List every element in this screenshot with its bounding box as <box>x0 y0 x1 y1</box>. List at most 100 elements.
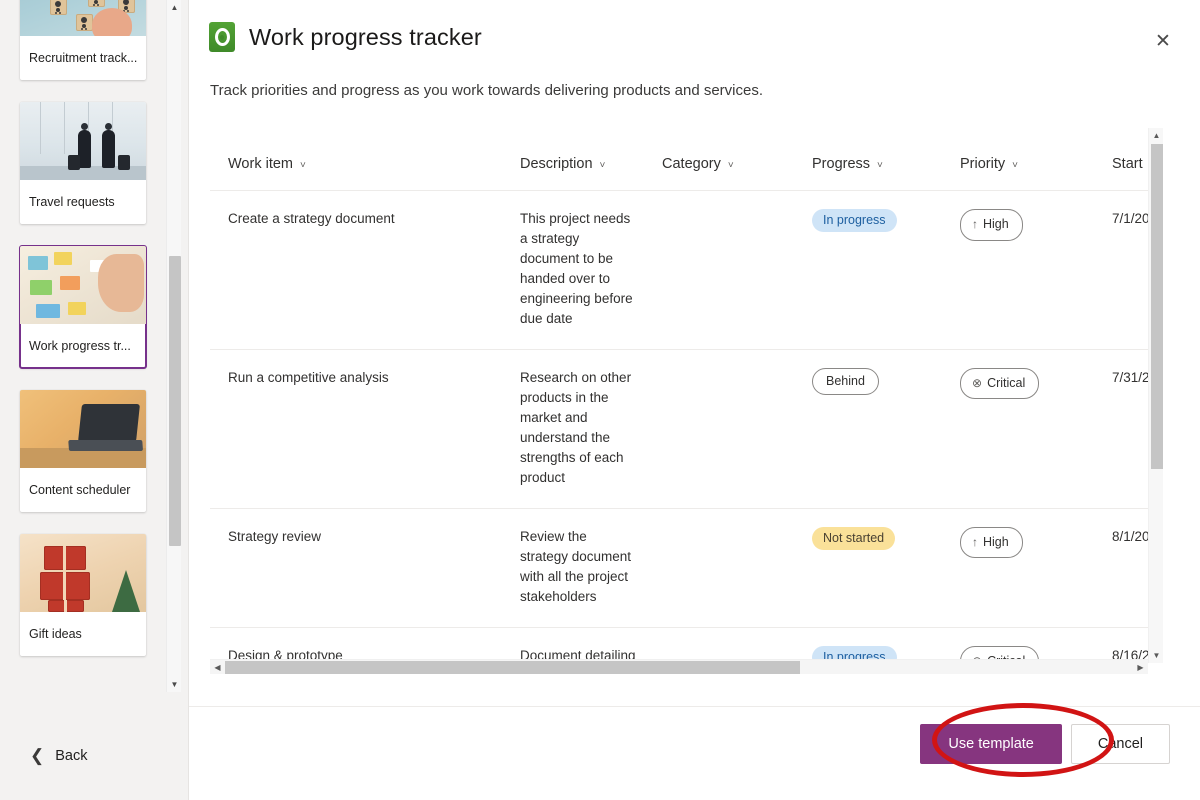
template-card-label: Content scheduler <box>29 483 131 497</box>
cell-priority: ⊗Critical <box>942 627 1094 663</box>
column-header-start-date[interactable]: Start <box>1094 128 1148 191</box>
cell-category <box>644 508 794 628</box>
cancel-button[interactable]: Cancel <box>1070 724 1170 764</box>
chevron-down-icon: ˅ <box>599 160 606 171</box>
template-list-scrollarea: Recruitment track... Travel requests Wor… <box>0 0 166 692</box>
close-icon[interactable]: ✕ <box>1148 26 1178 56</box>
cell-start-date: 7/31/2 <box>1094 349 1148 509</box>
table-horizontal-scrollbar-thumb[interactable] <box>225 661 800 674</box>
back-button[interactable]: ❮ Back <box>30 747 88 764</box>
chevron-down-icon: ˅ <box>300 160 306 171</box>
column-header-category[interactable]: Category ˅ <box>644 128 794 191</box>
chevron-left-icon: ❮ <box>30 746 45 765</box>
template-card-work-progress-tracker[interactable]: Work progress tr... <box>19 245 147 369</box>
sidebar-scroll-down-arrow[interactable]: ▼ <box>167 677 182 692</box>
template-card-label: Gift ideas <box>29 627 82 641</box>
column-header-work-item[interactable]: Work item ˅ <box>210 128 502 191</box>
recruitment-thumbnail-image <box>20 0 146 36</box>
cell-priority: ⊗ Critical <box>942 349 1094 509</box>
arrow-up-icon: ↑ <box>972 534 978 549</box>
cell-priority: ↑ High <box>942 190 1094 350</box>
cell-progress: In progress <box>794 190 942 350</box>
template-card-recruitment[interactable]: Recruitment track... <box>20 0 146 80</box>
cell-start-date: 8/16/2 <box>1094 627 1148 663</box>
use-template-button[interactable]: Use template <box>920 724 1062 764</box>
arrow-up-icon: ↑ <box>972 217 978 232</box>
cell-category <box>644 627 794 663</box>
cell-description: Document detailing the scope, scale, and… <box>502 627 644 663</box>
table-row[interactable]: Strategy review Review the strategy docu… <box>210 508 1148 628</box>
table-row[interactable]: Design & prototype Document detailing th… <box>210 627 1148 663</box>
priority-pill: ⊗ Critical <box>960 367 1040 400</box>
column-label: Category <box>662 156 721 172</box>
status-badge: In progress <box>812 209 897 233</box>
cell-progress: In progress <box>794 627 942 663</box>
dialog-subtitle: Track priorities and progress as you wor… <box>210 82 764 99</box>
cell-category <box>644 349 794 509</box>
footer-divider <box>189 706 1200 707</box>
sidebar-scrollbar[interactable]: ▲ ▼ <box>166 0 181 692</box>
table-scroll-down-arrow[interactable]: ▼ <box>1149 648 1164 663</box>
gift-ideas-thumbnail-image <box>20 534 146 612</box>
cell-priority: ↑ High <box>942 508 1094 628</box>
template-card-label: Recruitment track... <box>29 51 138 65</box>
table-horizontal-scrollbar[interactable]: ◀ ▶ <box>210 659 1148 674</box>
sidebar-scroll-up-arrow[interactable]: ▲ <box>167 0 182 15</box>
dialog-footer: Use template Cancel <box>920 724 1170 764</box>
status-badge: Not started <box>812 526 896 550</box>
circle-x-icon: ⊗ <box>972 376 983 391</box>
cell-progress: Behind <box>794 349 942 509</box>
template-sidebar: Recruitment track... Travel requests Wor… <box>0 0 189 800</box>
cell-description: This project needs a strategy document t… <box>502 190 644 350</box>
cell-progress: Not started <box>794 508 942 628</box>
travel-thumbnail-image <box>20 102 146 180</box>
template-card-label: Travel requests <box>29 195 115 209</box>
cell-category <box>644 190 794 350</box>
work-items-table: Work item ˅ Description ˅ Category ˅ Progre… <box>210 128 1148 663</box>
table-header-row: Work item ˅ Description ˅ Category ˅ Progre… <box>210 128 1148 191</box>
column-label: Start <box>1112 156 1143 172</box>
table-scroll-up-arrow[interactable]: ▲ <box>1149 128 1164 143</box>
sidebar-scrollbar-thumb[interactable] <box>169 256 181 546</box>
column-header-progress[interactable]: Progress ˅ <box>794 128 942 191</box>
template-card-label: Work progress tr... <box>29 339 131 353</box>
cell-description: Research on other products in the market… <box>502 349 644 509</box>
cell-work-item: Strategy review <box>210 508 502 628</box>
table-vertical-scrollbar[interactable]: ▲ ▼ <box>1148 128 1163 663</box>
template-card-gift-ideas[interactable]: Gift ideas <box>20 534 146 656</box>
table-scroll-left-arrow[interactable]: ◀ <box>210 660 225 675</box>
table-row[interactable]: Create a strategy document This project … <box>210 190 1148 350</box>
cell-work-item: Run a competitive analysis <box>210 349 502 509</box>
column-label: Priority <box>960 156 1006 172</box>
template-card-travel-requests[interactable]: Travel requests <box>20 102 146 224</box>
column-label: Description <box>520 156 593 172</box>
template-preview-table: Work item ˅ Description ˅ Category ˅ Progre… <box>210 128 1163 674</box>
template-list: Recruitment track... Travel requests Wor… <box>19 0 147 678</box>
column-label: Progress <box>812 156 871 172</box>
chevron-down-icon: ˅ <box>727 160 734 171</box>
column-header-description[interactable]: Description ˅ <box>502 128 644 191</box>
priority-pill: ↑ High <box>960 526 1023 559</box>
cell-work-item: Create a strategy document <box>210 190 502 350</box>
table-viewport: Work item ˅ Description ˅ Category ˅ Progre… <box>210 128 1148 663</box>
back-button-label: Back <box>55 747 88 764</box>
table-scroll-right-arrow[interactable]: ▶ <box>1133 660 1148 675</box>
template-card-content-scheduler[interactable]: Content scheduler <box>20 390 146 512</box>
page-title: Work progress tracker <box>249 23 482 50</box>
priority-label: High <box>983 534 1009 549</box>
cell-start-date: 7/1/20 <box>1094 190 1148 350</box>
priority-pill: ↑ High <box>960 209 1023 241</box>
cell-start-date: 8/1/20 <box>1094 508 1148 628</box>
template-detail-panel: ✕ Work progress tracker Track priorities… <box>189 0 1200 800</box>
table-vertical-scrollbar-thumb[interactable] <box>1151 144 1163 469</box>
cell-work-item: Design & prototype <box>210 627 502 663</box>
priority-label: High <box>983 217 1009 231</box>
content-scheduler-thumbnail-image <box>20 390 146 468</box>
table-row[interactable]: Run a competitive analysis Research on o… <box>210 349 1148 509</box>
status-badge: Behind <box>812 367 879 396</box>
work-progress-thumbnail-image <box>20 246 146 324</box>
template-picker-dialog: Recruitment track... Travel requests Wor… <box>0 0 1200 800</box>
priority-label: Critical <box>987 375 1026 390</box>
column-header-priority[interactable]: Priority ˅ <box>942 128 1094 191</box>
chevron-down-icon: ˅ <box>877 160 883 171</box>
